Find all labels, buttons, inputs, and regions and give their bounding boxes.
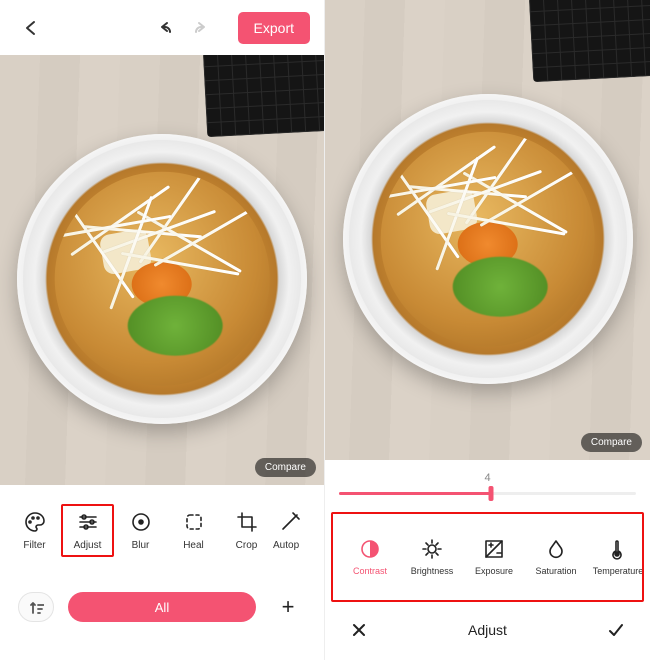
tool-filter[interactable]: Filter	[8, 510, 61, 551]
tool-label: Crop	[236, 540, 258, 551]
slider-thumb[interactable]	[488, 486, 493, 501]
editor-main-pane: Export Compare	[0, 0, 325, 660]
top-bar: Export	[0, 0, 324, 55]
adjust-saturation[interactable]: Saturation	[525, 538, 587, 576]
keyboard-prop	[203, 55, 324, 137]
chevron-left-icon	[21, 18, 41, 38]
panel-title: Adjust	[373, 622, 602, 638]
keyboard-prop	[529, 0, 650, 82]
image-canvas[interactable]: Compare	[325, 0, 650, 460]
tool-strip: Filter Adjust Blur Heal Crop Autop	[0, 485, 324, 575]
export-button[interactable]: Export	[238, 12, 310, 44]
brightness-icon	[421, 538, 443, 560]
slider-value: 4	[484, 472, 490, 484]
adjust-brightness[interactable]: Brightness	[401, 538, 463, 576]
all-pill[interactable]: All	[68, 592, 256, 622]
blur-icon	[129, 510, 153, 534]
wand-icon	[278, 510, 302, 534]
tool-blur[interactable]: Blur	[114, 510, 167, 551]
tool-autop[interactable]: Autop	[273, 510, 307, 551]
undo-button[interactable]	[146, 11, 180, 45]
drop-icon	[545, 538, 567, 560]
redo-icon	[193, 18, 213, 38]
tool-label: Filter	[23, 540, 45, 551]
cancel-button[interactable]	[345, 616, 373, 644]
exposure-icon	[483, 538, 505, 560]
tool-crop[interactable]: Crop	[220, 510, 273, 551]
bowl	[17, 134, 307, 424]
tool-label: Autop	[273, 540, 307, 551]
confirm-bar: Adjust	[325, 602, 650, 658]
tool-label: Adjust	[74, 540, 102, 551]
image-canvas[interactable]: Compare	[0, 55, 324, 485]
back-button[interactable]	[14, 11, 48, 45]
bowl	[343, 94, 633, 384]
add-button[interactable]: +	[270, 592, 306, 622]
adjust-contrast[interactable]: Contrast	[339, 538, 401, 576]
sliders-icon	[76, 510, 100, 534]
adjust-label: Exposure	[475, 566, 513, 576]
adjust-label: Contrast	[353, 566, 387, 576]
palette-icon	[23, 510, 47, 534]
tool-label: Heal	[183, 540, 204, 551]
crop-icon	[235, 510, 259, 534]
check-icon	[606, 620, 626, 640]
tool-label: Blur	[132, 540, 150, 551]
adjust-pane: Compare 4 Contrast Brightness Exposure S…	[325, 0, 650, 660]
apply-button[interactable]	[602, 616, 630, 644]
bottom-row: All +	[0, 575, 324, 639]
adjust-label: Temperature	[593, 566, 644, 576]
heal-icon	[182, 510, 206, 534]
adjust-temperature[interactable]: Temperature	[587, 538, 644, 576]
redo-button[interactable]	[186, 11, 220, 45]
close-icon	[349, 620, 369, 640]
compare-button[interactable]: Compare	[581, 433, 642, 452]
adjust-label: Brightness	[411, 566, 454, 576]
adjust-label: Saturation	[535, 566, 576, 576]
thermometer-icon	[607, 538, 629, 560]
undo-icon	[153, 18, 173, 38]
sort-button[interactable]	[18, 592, 54, 622]
sort-icon	[28, 599, 44, 615]
adjust-exposure[interactable]: Exposure	[463, 538, 525, 576]
tool-adjust[interactable]: Adjust	[61, 504, 114, 557]
compare-button[interactable]: Compare	[255, 458, 316, 477]
contrast-icon	[359, 538, 381, 560]
tool-heal[interactable]: Heal	[167, 510, 220, 551]
adjust-slider[interactable]: 4	[325, 460, 650, 512]
adjust-tool-strip: Contrast Brightness Exposure Saturation …	[331, 512, 644, 602]
